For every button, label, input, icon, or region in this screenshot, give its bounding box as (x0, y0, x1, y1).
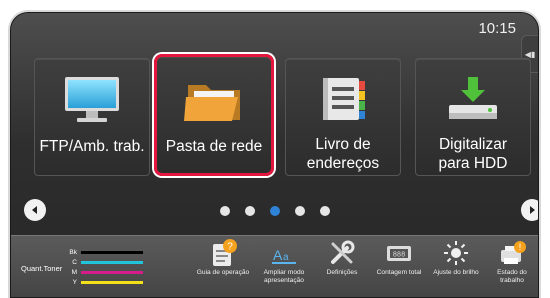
touch-panel-screen: 10:15 ◀▮ FTP/Amb. trab. Pasta de rede Li… (10, 12, 539, 298)
folder-icon (157, 75, 271, 125)
brightness-button[interactable]: Ajuste do brilho (429, 238, 483, 277)
svg-text:?: ? (227, 242, 233, 253)
enlarge-display-label: Ampliar modo apresentação (263, 269, 305, 284)
job-status-button[interactable]: ! Estado do trabalho (485, 238, 538, 285)
toner-row-y: Y (65, 278, 143, 287)
tile-label-line1: Livro de (315, 136, 371, 153)
toner-bar-m (81, 271, 143, 274)
settings-label: Definições (326, 269, 358, 276)
toner-key: Y (72, 279, 77, 286)
svg-text:!: ! (519, 242, 522, 252)
monitor-icon (35, 75, 149, 125)
tile-ftp-desktop[interactable]: FTP/Amb. trab. (34, 58, 150, 176)
enlarge-display-button[interactable]: A a Ampliar modo apresentação (257, 238, 311, 285)
toner-title: Quant.Toner (21, 264, 63, 273)
address-book-icon (286, 75, 400, 125)
svg-text:A: A (273, 247, 283, 263)
page-dot-3[interactable] (269, 206, 280, 216)
tile-address-book[interactable]: Livro de endereços (285, 58, 401, 176)
tile-label-line1: Digitalizar (438, 136, 508, 153)
svg-text:a: a (283, 252, 289, 263)
toner-row-c: C (65, 258, 143, 267)
tile-label: FTP/Amb. trab. (39, 138, 145, 155)
clock: 10:15 (478, 20, 516, 37)
tile-label-line2: para HDD (438, 155, 508, 172)
tile-scan-to-hdd[interactable]: Digitalizar para HDD (415, 58, 531, 176)
tile-network-folder[interactable]: Pasta de rede (154, 54, 274, 176)
operation-guide-button[interactable]: ? Guia de operação (196, 238, 250, 277)
toner-quantity: Quant.Toner Bk C M Y (21, 242, 143, 294)
toner-row-m: M (65, 268, 143, 277)
page-dot-5[interactable] (319, 206, 330, 216)
operation-guide-icon: ? (196, 238, 250, 268)
operation-guide-label: Guia de operação (196, 269, 250, 276)
job-status-icon: ! (485, 238, 538, 268)
page-dot-1[interactable] (219, 206, 230, 216)
hdd-download-icon (416, 75, 530, 125)
toner-key: C (72, 259, 77, 266)
page-indicator (11, 206, 538, 216)
toner-bar-bk (81, 251, 143, 254)
toner-bar-y (81, 281, 143, 284)
toner-bar-c (81, 261, 143, 264)
svg-text:888: 888 (393, 252, 406, 260)
brightness-icon (429, 238, 483, 268)
tile-label: Pasta de rede (165, 138, 263, 155)
toner-key: M (71, 269, 77, 276)
total-count-button[interactable]: 888 Contagem total (372, 238, 426, 277)
page-dot-4[interactable] (294, 206, 305, 216)
tile-label-line2: endereços (306, 155, 380, 172)
brightness-label: Ajuste do brilho (433, 269, 479, 276)
system-bar: Quant.Toner Bk C M Y ? Guia de operação … (11, 235, 538, 297)
page-dot-2[interactable] (244, 206, 255, 216)
toner-row-bk: Bk (65, 248, 143, 257)
settings-tools-icon (315, 238, 369, 268)
total-count-label: Contagem total (376, 269, 422, 276)
settings-button[interactable]: Definições (315, 238, 369, 277)
toner-key: Bk (69, 249, 77, 256)
job-status-label: Estado do trabalho (497, 269, 527, 284)
enlarge-display-icon: A a (257, 238, 311, 268)
total-count-icon: 888 (372, 238, 426, 268)
